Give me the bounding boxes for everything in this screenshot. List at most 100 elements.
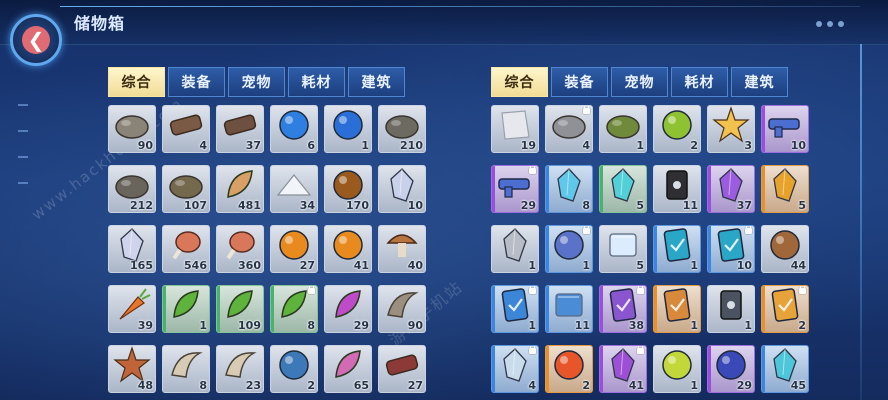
item-count: 29	[353, 319, 369, 332]
inventory-slot[interactable]: 481	[216, 165, 264, 213]
inventory-slot[interactable]: 41	[324, 225, 372, 273]
inventory-slot[interactable]: 5	[761, 165, 809, 213]
inventory-slot[interactable]: 8	[162, 345, 210, 393]
inventory-slot[interactable]: 5	[599, 225, 647, 273]
tab-5[interactable]: 建筑	[731, 67, 788, 97]
inventory-slot[interactable]: 11	[653, 165, 701, 213]
item-count: 1	[690, 319, 698, 332]
inventory-slot[interactable]: 107	[162, 165, 210, 213]
tab-1[interactable]: 综合	[108, 67, 165, 97]
inventory-slot[interactable]: 90	[108, 105, 156, 153]
inventory-slot[interactable]: 109	[216, 285, 264, 333]
inventory-slot[interactable]: 38	[599, 285, 647, 333]
page-title: 储物箱	[74, 14, 126, 33]
inventory-slot[interactable]: 1	[545, 225, 593, 273]
item-count: 40	[407, 259, 423, 272]
inventory-slot[interactable]: 10	[761, 105, 809, 153]
item-count: 11	[574, 319, 590, 332]
back-button[interactable]: ❮	[10, 14, 62, 66]
inventory-slot[interactable]: 165	[108, 225, 156, 273]
tab-2[interactable]: 装备	[551, 67, 608, 97]
inventory-slot[interactable]: 29	[491, 165, 539, 213]
item-count: 27	[299, 259, 315, 272]
item-count: 165	[130, 259, 153, 272]
inventory-slot[interactable]: 11	[545, 285, 593, 333]
inventory-slot[interactable]: 10	[378, 165, 426, 213]
inventory-slot[interactable]: 4	[491, 345, 539, 393]
inventory-slot[interactable]: 1	[324, 105, 372, 153]
inventory-slot[interactable]: 5	[599, 165, 647, 213]
inventory-slot[interactable]: 48	[108, 345, 156, 393]
inventory-slot[interactable]: 90	[378, 285, 426, 333]
tab-4[interactable]: 耗材	[671, 67, 728, 97]
side-decoration	[18, 182, 28, 184]
inventory-slot[interactable]: 2	[761, 285, 809, 333]
item-count: 10	[407, 199, 423, 212]
item-count: 2	[690, 139, 698, 152]
inventory-slot[interactable]: 37	[707, 165, 755, 213]
item-count: 1	[361, 139, 369, 152]
inventory-slot[interactable]: 27	[378, 345, 426, 393]
inventory-slot[interactable]: 360	[216, 225, 264, 273]
inventory-slot[interactable]: 40	[378, 225, 426, 273]
item-count: 6	[307, 139, 315, 152]
inventory-slot[interactable]: 27	[270, 225, 318, 273]
item-count: 48	[137, 379, 153, 392]
inventory-slot[interactable]: 45	[761, 345, 809, 393]
lock-icon	[583, 106, 590, 114]
inventory-slot[interactable]: 2	[545, 345, 593, 393]
tab-5[interactable]: 建筑	[348, 67, 405, 97]
inventory-slot[interactable]: 1	[653, 225, 701, 273]
inventory-slot[interactable]: 1	[162, 285, 210, 333]
inventory-slot[interactable]: 1	[653, 285, 701, 333]
item-count: 4	[528, 379, 536, 392]
inventory-slot[interactable]: 2	[270, 345, 318, 393]
inventory-slot[interactable]: 1	[707, 285, 755, 333]
inventory-slot[interactable]: 65	[324, 345, 372, 393]
tab-2[interactable]: 装备	[168, 67, 225, 97]
tab-3[interactable]: 宠物	[611, 67, 668, 97]
inventory-slot[interactable]: 6	[270, 105, 318, 153]
inventory-slot[interactable]: 3	[707, 105, 755, 153]
item-count: 38	[628, 319, 644, 332]
inventory-slot[interactable]: 2	[653, 105, 701, 153]
inventory-slot[interactable]: 8	[270, 285, 318, 333]
inventory-slot[interactable]: 39	[108, 285, 156, 333]
inventory-slot[interactable]: 212	[108, 165, 156, 213]
lock-icon	[583, 226, 590, 234]
tab-3[interactable]: 宠物	[228, 67, 285, 97]
inventory-slot[interactable]: 41	[599, 345, 647, 393]
back-arrow-icon: ❮	[22, 26, 50, 54]
top-bar: 储物箱	[0, 0, 888, 45]
item-count: 2	[307, 379, 315, 392]
left-tab-bar: 综合 装备 宠物 耗材 建筑	[108, 67, 426, 97]
inventory-slot[interactable]: 1	[653, 345, 701, 393]
inventory-slot[interactable]: 1	[491, 285, 539, 333]
item-count: 4	[199, 139, 207, 152]
inventory-slot[interactable]: 170	[324, 165, 372, 213]
inventory-slot[interactable]: 37	[216, 105, 264, 153]
item-count: 90	[137, 139, 153, 152]
inventory-slot[interactable]: 210	[378, 105, 426, 153]
inventory-slot[interactable]: 29	[324, 285, 372, 333]
inventory-slot[interactable]: 34	[270, 165, 318, 213]
inventory-slot[interactable]: 23	[216, 345, 264, 393]
inventory-slot[interactable]: 1	[491, 225, 539, 273]
item-count: 1	[199, 319, 207, 332]
inventory-slot[interactable]: 4	[545, 105, 593, 153]
tab-4[interactable]: 耗材	[288, 67, 345, 97]
inventory-slot[interactable]: 19	[491, 105, 539, 153]
inventory-slot[interactable]: 8	[545, 165, 593, 213]
inventory-slot[interactable]: 10	[707, 225, 755, 273]
item-count: 170	[346, 199, 369, 212]
menu-dots-icon[interactable]	[811, 12, 844, 31]
side-decoration	[18, 130, 28, 132]
inventory-slot[interactable]: 1	[599, 105, 647, 153]
item-count: 481	[238, 199, 261, 212]
inventory-slot[interactable]: 4	[162, 105, 210, 153]
inventory-slot[interactable]: 546	[162, 225, 210, 273]
inventory-slot[interactable]: 29	[707, 345, 755, 393]
inventory-slot[interactable]: 44	[761, 225, 809, 273]
side-decoration	[18, 156, 28, 158]
tab-1[interactable]: 综合	[491, 67, 548, 97]
